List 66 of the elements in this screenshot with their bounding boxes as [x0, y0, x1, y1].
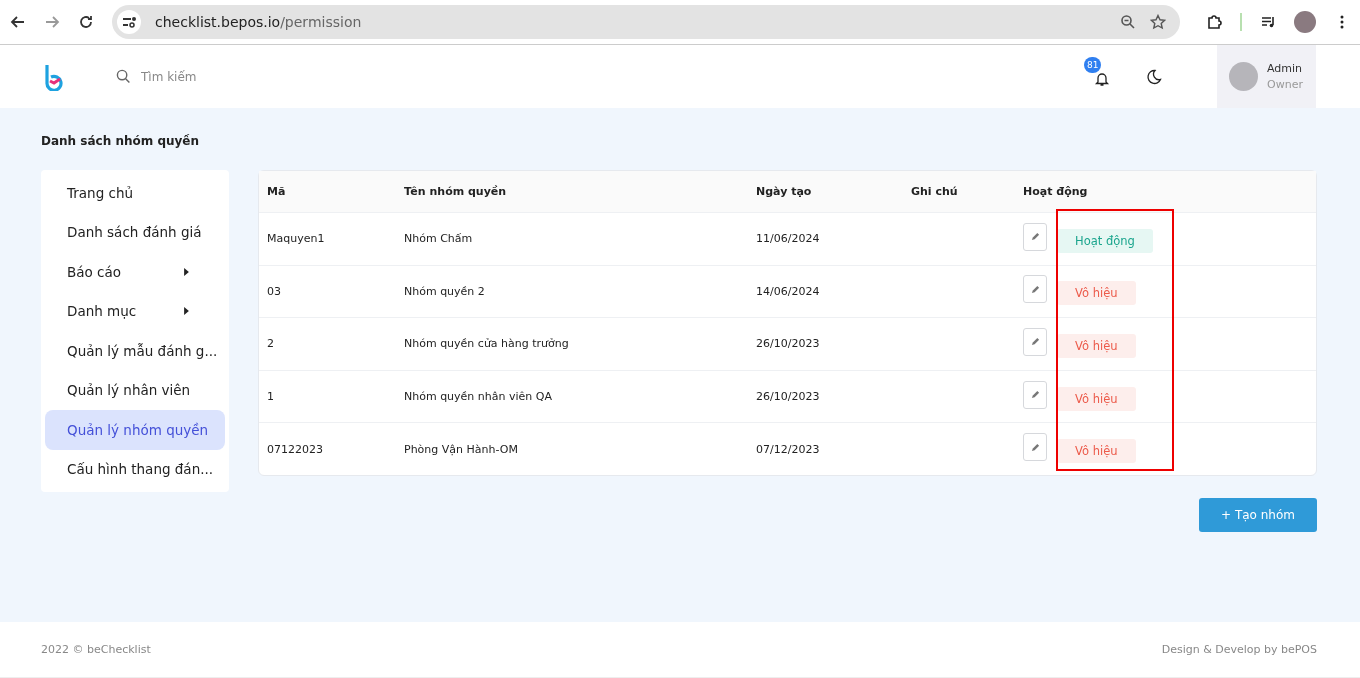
notification-badge: 81 [1084, 56, 1102, 73]
pencil-icon [1030, 337, 1040, 347]
column-header: Mã [266, 185, 287, 198]
logo-icon [44, 62, 64, 91]
user-avatar [1229, 62, 1258, 91]
zoom-icon[interactable] [1120, 14, 1136, 30]
table-cell-text: 07122023 [266, 442, 324, 456]
search-icon [116, 69, 131, 84]
profile-avatar[interactable] [1294, 11, 1316, 33]
column-header: Ghi chú [910, 185, 959, 198]
sidebar-item[interactable]: Báo cáo [45, 252, 225, 292]
forward-icon[interactable] [44, 14, 60, 30]
pencil-icon [1030, 442, 1040, 452]
edit-button[interactable] [1023, 222, 1047, 251]
moon-icon[interactable] [1146, 68, 1162, 85]
pencil-icon [1030, 284, 1040, 294]
column-header: Hoạt động [1022, 185, 1089, 198]
table-cell-text: Nhóm quyền cửa hàng trưởng [403, 337, 570, 351]
column-header: Ngày tạo [755, 185, 813, 198]
page-title: Danh sách nhóm quyền [41, 134, 201, 148]
sidebar-item[interactable]: Trang chủ [45, 173, 225, 213]
edit-button[interactable] [1023, 433, 1047, 462]
table-cell-text: 26/10/2023 [755, 390, 821, 404]
puzzle-icon[interactable] [1206, 14, 1222, 30]
star-icon[interactable] [1150, 14, 1166, 30]
table-cell-text: 1 [266, 390, 275, 404]
table-cell-text: 26/10/2023 [755, 337, 821, 351]
table-cell-text: Nhóm quyền 2 [403, 284, 486, 298]
sidebar-item[interactable]: Quản lý nhân viên [45, 370, 225, 410]
sidebar-item[interactable]: Quản lý mẫu đánh g... [45, 331, 225, 371]
status-tag: Vô hiệu [1057, 439, 1136, 464]
sidebar-item[interactable]: Danh mục [45, 291, 225, 331]
table-cell-text: Phòng Vận Hành-OM [403, 442, 519, 456]
table-cell-text: Maquyen1 [266, 232, 326, 246]
reload-icon[interactable] [78, 14, 94, 30]
media-icon[interactable] [1260, 14, 1276, 30]
table-cell-text: 14/06/2024 [755, 284, 821, 298]
url-text: checklist.bepos.io/permission [155, 14, 363, 30]
copyright-text: 2022 © beChecklist [41, 643, 151, 656]
table-cell-text: 07/12/2023 [755, 442, 821, 456]
table-cell-text: 2 [266, 337, 275, 351]
column-header: Tên nhóm quyền [403, 185, 508, 198]
table-cell-text: Nhóm Chấm [403, 232, 474, 246]
edit-button[interactable] [1023, 380, 1047, 409]
table-cell-text: Nhóm quyền nhân viên QA [403, 390, 553, 404]
status-tag: Vô hiệu [1057, 334, 1136, 358]
status-tag: Vô hiệu [1057, 281, 1136, 306]
pencil-icon [1030, 390, 1040, 400]
credit-text: Design & Develop by bePOS [1161, 643, 1317, 656]
user-menu[interactable]: Admin Owner [1217, 45, 1316, 108]
address-bar[interactable]: checklist.bepos.io/permission [112, 5, 1180, 39]
user-name: Admin [1267, 62, 1303, 75]
bell-icon[interactable] [1094, 70, 1110, 87]
edit-button[interactable] [1023, 275, 1047, 304]
status-tag: Hoạt động [1057, 228, 1153, 253]
sidebar-item[interactable]: Quản lý nhóm quyền [45, 410, 225, 450]
edit-button[interactable] [1023, 328, 1047, 356]
back-icon[interactable] [10, 14, 26, 30]
site-settings-icon[interactable] [117, 10, 141, 34]
status-tag: Vô hiệu [1057, 386, 1136, 411]
table-cell-text: 11/06/2024 [755, 232, 821, 246]
user-role: Owner [1267, 78, 1303, 91]
pencil-icon [1030, 232, 1040, 242]
sidebar-item[interactable]: Danh sách đánh giá [45, 212, 225, 252]
table-cell-text: 03 [266, 284, 282, 298]
sidebar-item[interactable]: Cấu hình thang đán... [45, 449, 225, 489]
